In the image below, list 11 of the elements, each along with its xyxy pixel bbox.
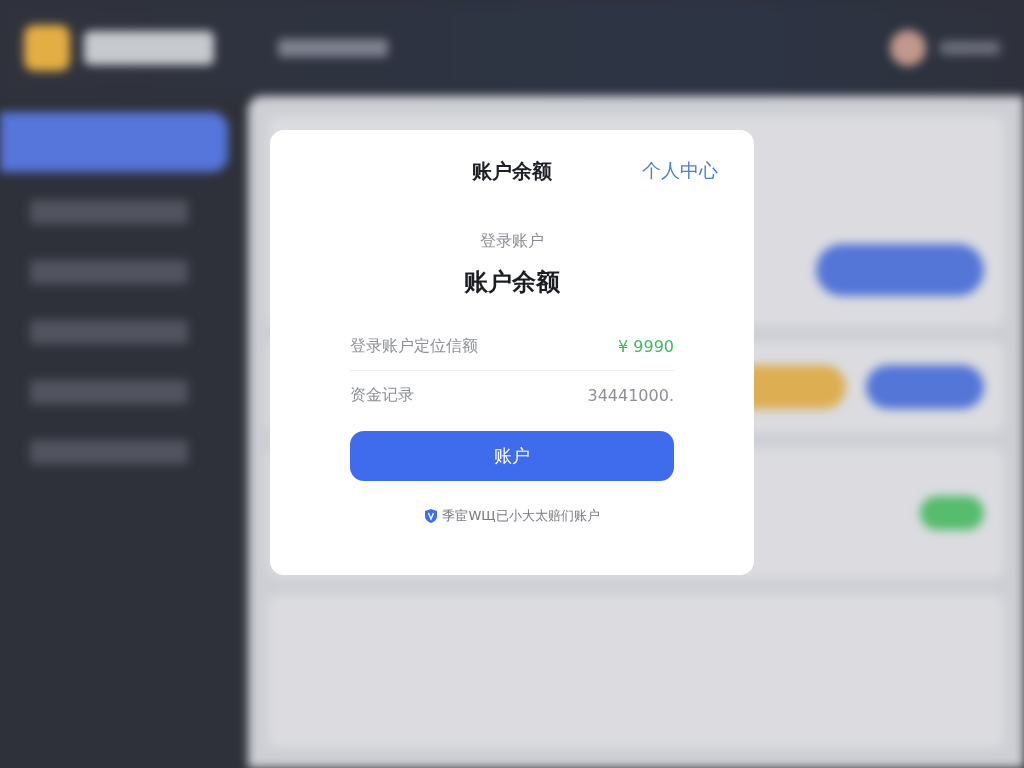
row-value: 34441000. <box>587 385 674 405</box>
personal-center-link[interactable]: 个人中心 <box>642 158 718 184</box>
account-button[interactable]: 账户 <box>350 431 674 481</box>
footer-note: 季宦WЩ已小大太赔们账户 <box>442 507 600 525</box>
row-value: ¥ 9990 <box>618 336 674 356</box>
dialog-title: 账户余额 <box>472 158 552 185</box>
row-label: 资金记录 <box>350 384 414 406</box>
account-subtitle: 登录账户 <box>480 231 544 252</box>
row-label: 登录账户定位信额 <box>350 335 478 357</box>
balance-heading: 账户余额 <box>464 267 560 298</box>
shield-icon <box>424 508 439 524</box>
